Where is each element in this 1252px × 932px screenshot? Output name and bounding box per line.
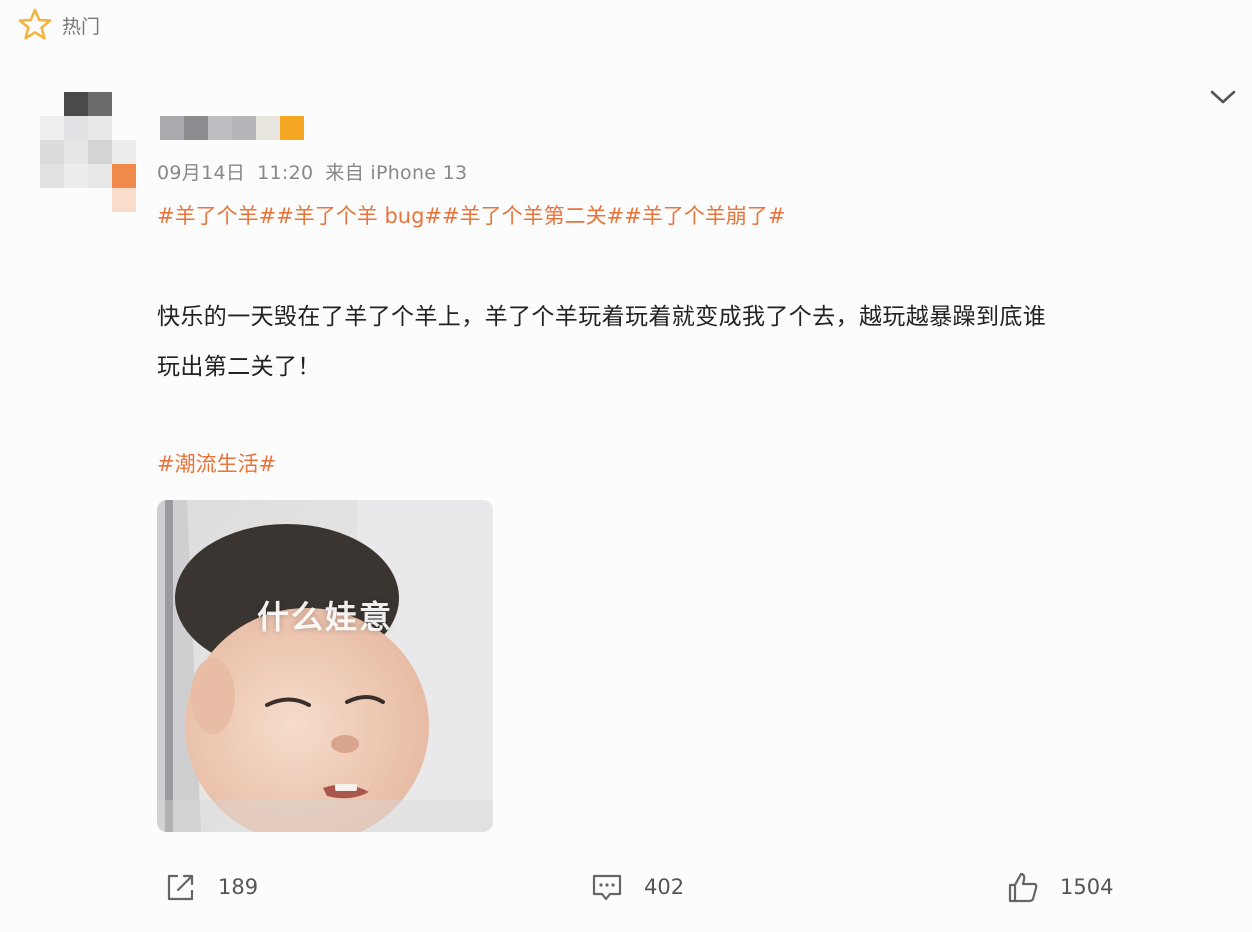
post-image-graphic [157, 500, 493, 832]
action-bar: 189 402 1504 [0, 870, 1252, 914]
hot-header[interactable]: 热门 [18, 8, 100, 42]
hashtag-link[interactable]: #羊了个羊崩了# [624, 204, 785, 228]
repost-icon [167, 874, 194, 901]
hot-label: 热门 [62, 15, 101, 38]
thumbs-up-icon [1008, 872, 1038, 903]
repost-button[interactable]: 189 [164, 870, 258, 904]
post-time: 11:20 [257, 162, 314, 184]
comment-icon [592, 874, 622, 901]
post-text-line: 玩出第二关了！ [157, 354, 321, 380]
like-count: 1504 [1060, 875, 1114, 899]
post-image[interactable]: 什么娃意 [157, 500, 493, 832]
post-date: 09月14日 [157, 162, 246, 184]
hashtag-row: #羊了个羊##羊了个羊 bug##羊了个羊第二关##羊了个羊崩了# [157, 200, 785, 230]
hashtag-link[interactable]: #羊了个羊第二关# [442, 204, 624, 228]
hashtag-link[interactable]: #羊了个羊 bug# [276, 204, 442, 228]
post-meta: 09月14日 11:20 来自 iPhone 13 [157, 158, 479, 185]
repost-count: 189 [218, 875, 259, 899]
topic-link[interactable]: #潮流生活# [157, 448, 276, 478]
weibo-post-card: 热门 09月14日 11:20 来自 iPhone 13 #羊了个羊##羊了个羊 b… [0, 0, 1252, 932]
hashtag-link[interactable]: #羊了个羊# [157, 204, 276, 228]
avatar[interactable] [40, 92, 140, 212]
star-icon [18, 8, 52, 40]
post-text-line: 快乐的一天毁在了羊了个羊上，羊了个羊玩着玩着就变成我了个去，越玩越暴躁到底谁 [157, 304, 1047, 330]
image-caption: 什么娃意 [256, 598, 393, 636]
username[interactable] [160, 116, 304, 140]
post-text: 快乐的一天毁在了羊了个羊上，羊了个羊玩着玩着就变成我了个去，越玩越暴躁到底谁 玩… [157, 292, 1232, 392]
comment-count: 402 [644, 875, 685, 899]
like-button[interactable]: 1504 [1006, 870, 1113, 904]
chevron-down-icon[interactable] [1208, 86, 1238, 108]
post-source[interactable]: 来自 iPhone 13 [325, 162, 467, 184]
comment-button[interactable]: 402 [590, 870, 684, 904]
